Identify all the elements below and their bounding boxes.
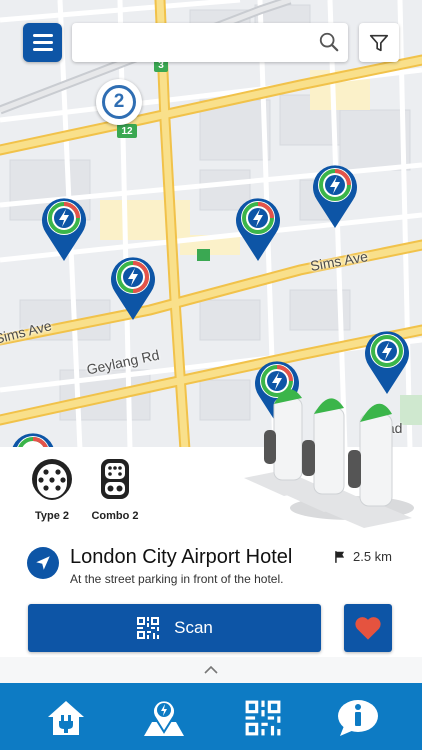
cluster-count: 2 — [102, 85, 136, 119]
flag-icon — [335, 550, 345, 563]
charging-pin-icon — [42, 198, 86, 261]
nav-home[interactable] — [44, 696, 88, 740]
route-badge-12: 12 — [117, 124, 137, 138]
charging-pin-icon — [236, 198, 280, 261]
connector-label: Type 2 — [34, 510, 70, 522]
connector-combo2[interactable]: Combo 2 — [85, 457, 145, 522]
search-icon[interactable] — [318, 31, 340, 53]
favorite-button[interactable] — [344, 604, 392, 652]
chevron-up-icon — [204, 666, 218, 674]
navigation-arrow-icon — [36, 556, 50, 570]
station-distance: 2.5 km — [333, 549, 392, 564]
scan-button[interactable]: Scan — [28, 604, 321, 652]
station-cluster-marker[interactable]: 2 — [96, 79, 142, 125]
scan-label: Scan — [174, 618, 213, 637]
search-input[interactable] — [82, 31, 306, 55]
nav-map[interactable] — [142, 696, 186, 740]
filter-icon — [369, 34, 389, 51]
map-charger-icon — [144, 699, 184, 736]
connector-label: Combo 2 — [91, 510, 139, 522]
charging-pin-icon — [313, 165, 357, 228]
search-bar[interactable] — [72, 23, 348, 62]
heart-icon — [355, 617, 381, 640]
charging-station-pin[interactable] — [39, 195, 89, 263]
charging-station-pin[interactable] — [233, 195, 283, 263]
menu-button[interactable] — [23, 23, 62, 62]
bottom-navigation — [0, 683, 422, 750]
station-title: London City Airport Hotel — [70, 546, 293, 568]
charging-pin-icon — [111, 257, 155, 320]
hamburger-icon — [32, 34, 53, 37]
station-subtitle: At the street parking in front of the ho… — [70, 572, 284, 586]
charger-stations-illustration — [244, 389, 414, 528]
home-plug-icon — [48, 701, 84, 735]
connector-type2[interactable]: Type 2 — [22, 457, 82, 522]
nav-info[interactable] — [336, 696, 380, 740]
combo2-plug-icon — [101, 459, 129, 499]
card-expand-handle[interactable] — [0, 657, 422, 683]
filter-button[interactable] — [359, 23, 399, 62]
qr-code-icon — [245, 700, 281, 736]
qr-code-icon — [137, 617, 160, 639]
charging-station-pin[interactable] — [310, 162, 360, 230]
info-icon — [338, 700, 378, 736]
navigate-button[interactable] — [27, 547, 59, 579]
charging-station-pin[interactable] — [108, 254, 158, 322]
distance-value: 2.5 km — [353, 549, 393, 564]
type2-plug-icon — [32, 459, 72, 500]
nav-scan[interactable] — [241, 696, 285, 740]
